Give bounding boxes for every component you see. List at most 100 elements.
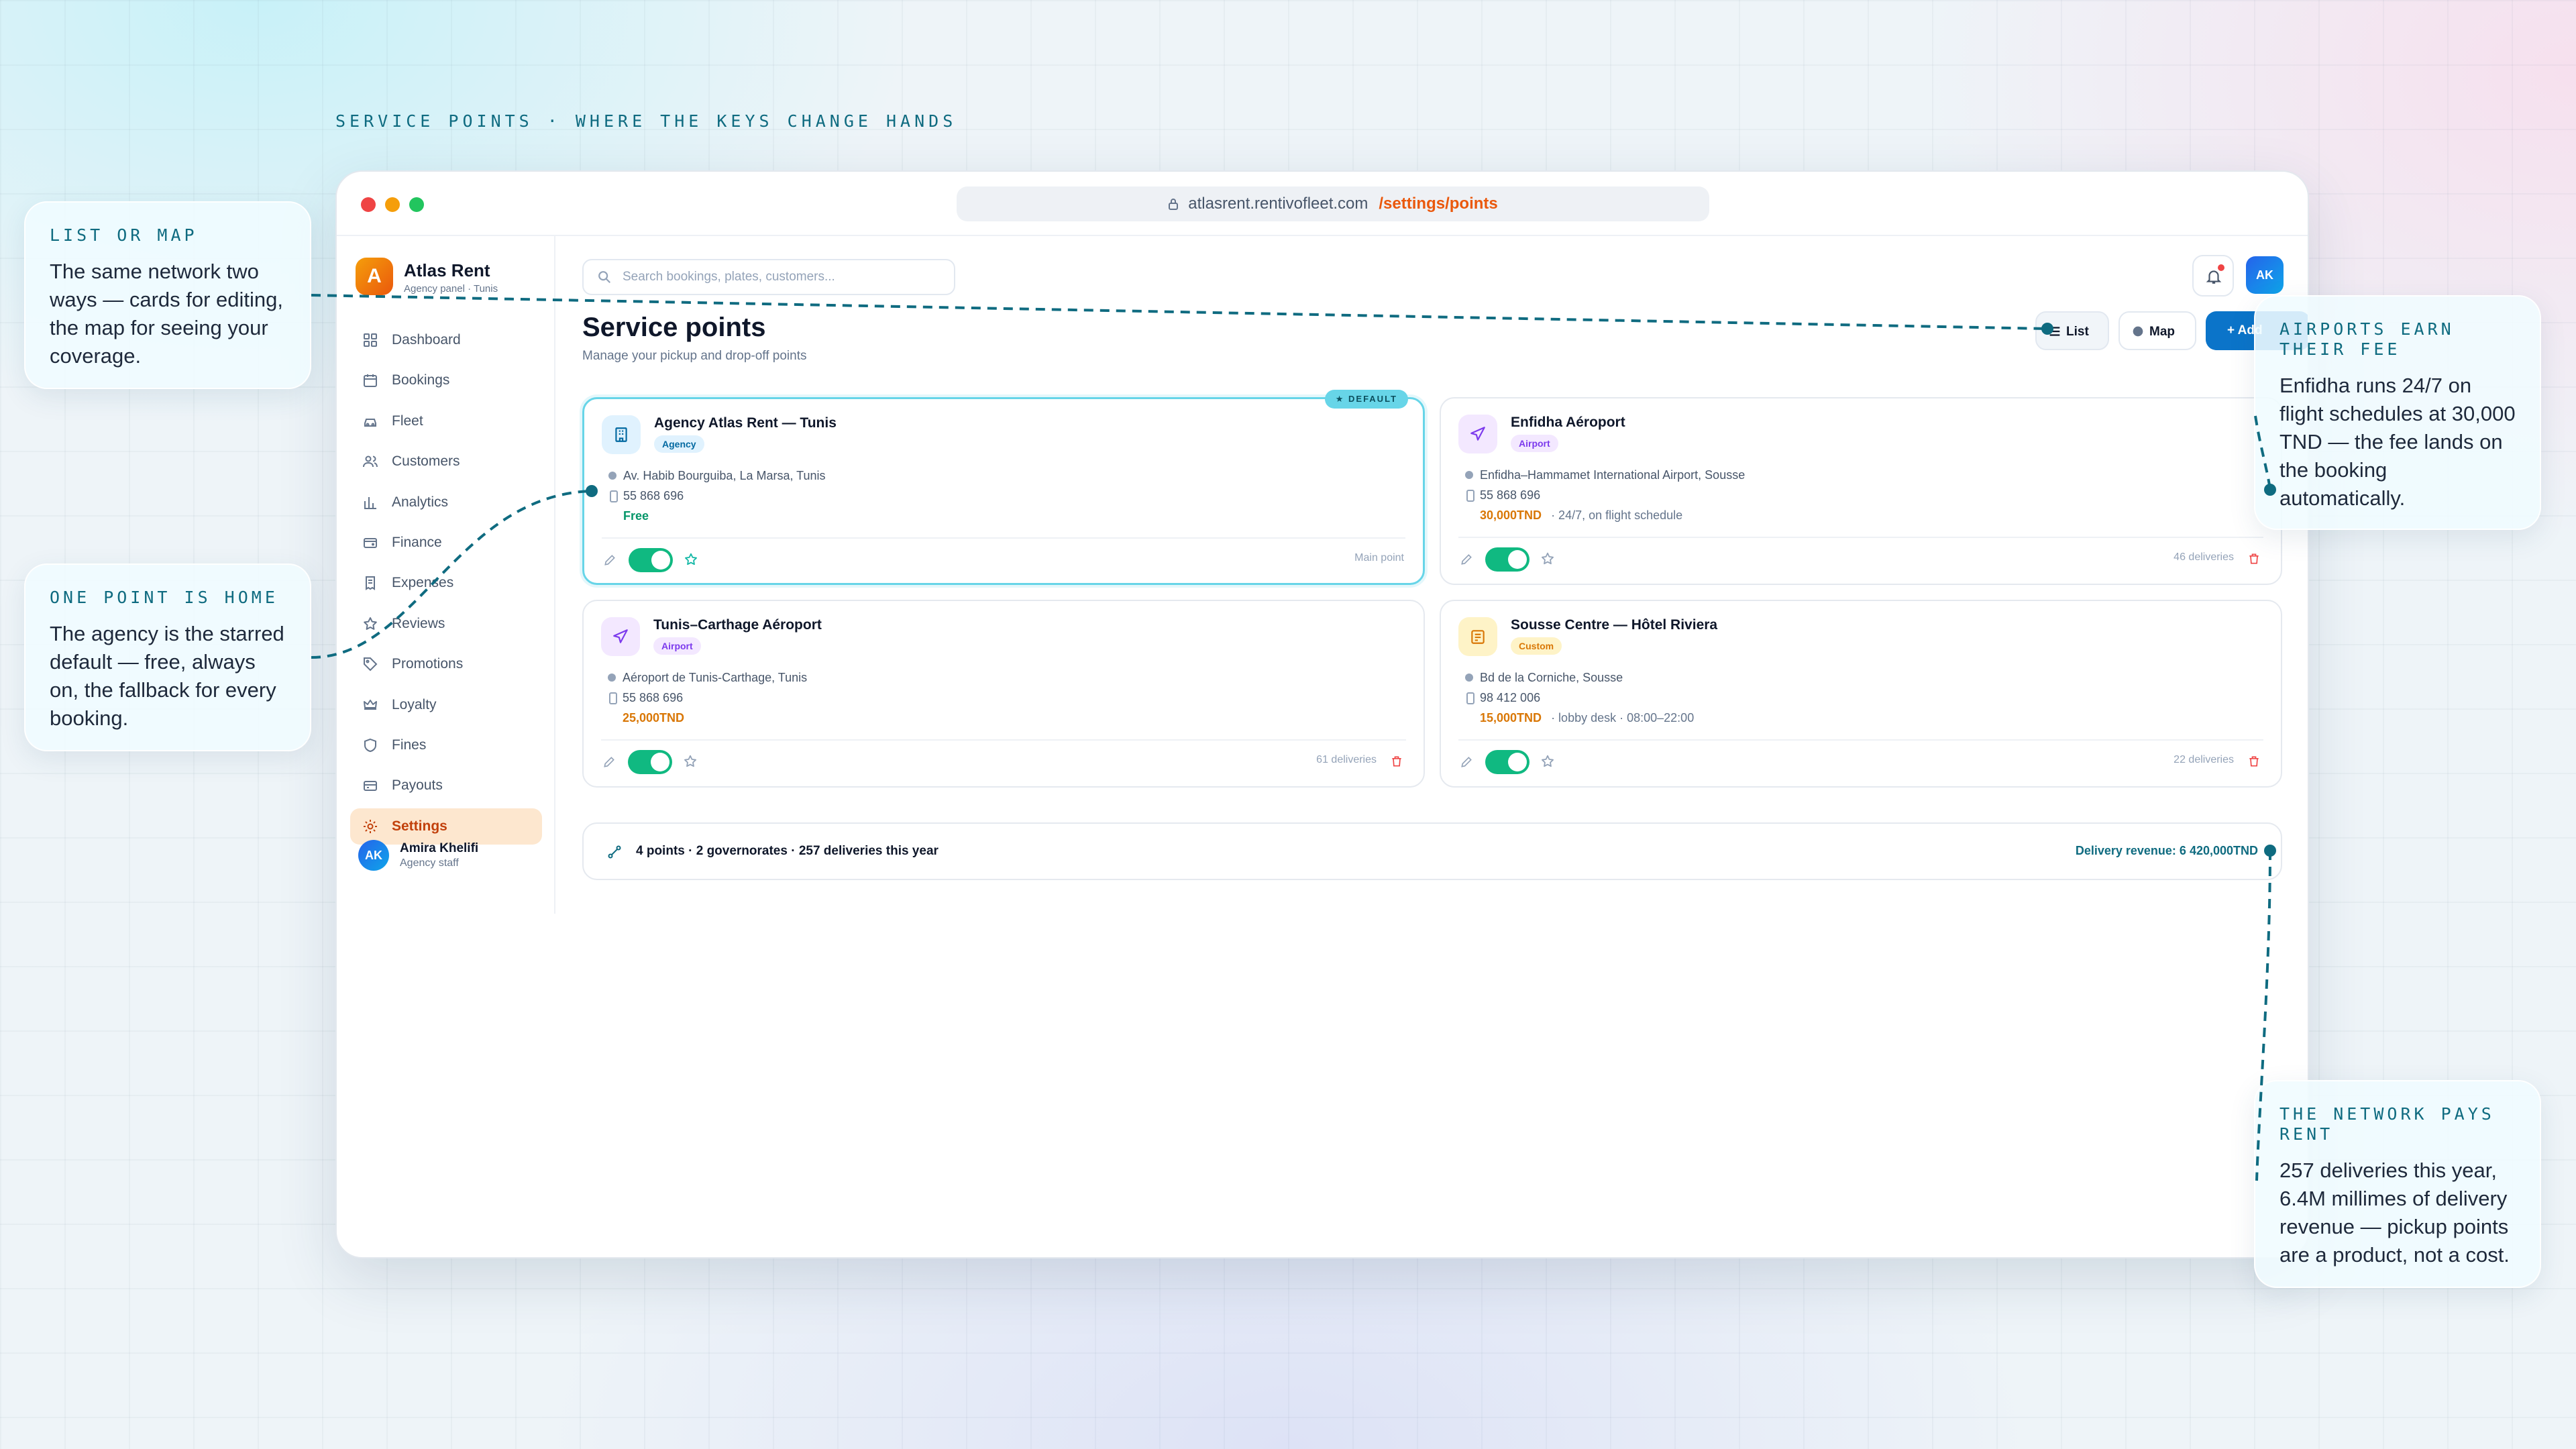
list-view-toggle[interactable]: List [2035, 311, 2109, 350]
sidebar-item-label: Fleet [392, 413, 423, 429]
sidebar-item-label: Reviews [392, 615, 445, 631]
notification-dot [2218, 264, 2224, 271]
route-icon [608, 845, 621, 859]
service-point-card-sousse-centre[interactable]: Sousse Centre — Hôtel Riviera Custom Bd … [1440, 600, 2282, 788]
sidebar-item-finance[interactable]: Finance [350, 525, 542, 561]
callout-heading: AIRPORTS EARN THEIR FEE [2279, 319, 2455, 359]
page-subtitle: Manage your pickup and drop-off points [582, 349, 807, 363]
shield-icon [364, 738, 376, 752]
sidebar-item-dashboard[interactable]: Dashboard [350, 322, 542, 358]
map-pin-icon [2133, 326, 2143, 337]
map-view-toggle[interactable]: Map [2118, 311, 2196, 350]
trash-icon[interactable] [2247, 754, 2261, 769]
sidebar-item-settings[interactable]: Settings [350, 808, 542, 845]
sidebar-item-expenses[interactable]: Expenses [350, 565, 542, 601]
sidebar-item-label: Settings [392, 818, 447, 834]
star-default-icon[interactable] [684, 552, 698, 567]
toggle-knob [651, 551, 670, 570]
hotel-icon [1471, 630, 1485, 644]
point-name: Agency Atlas Rent — Tunis [654, 415, 837, 431]
star-default-icon[interactable] [1540, 754, 1555, 769]
point-enabled-toggle[interactable] [628, 750, 672, 774]
sidebar-item-fleet[interactable]: Fleet [350, 403, 542, 439]
url-bar[interactable]: atlasrent.rentivofleet.com/settings/poin… [957, 186, 1709, 221]
sidebar-item-reviews[interactable]: Reviews [350, 606, 542, 642]
browser-window: atlasrent.rentivofleet.com/settings/poin… [335, 170, 2309, 1258]
brand-subtitle: Agency panel · Tunis [404, 283, 498, 294]
bar-chart-icon [364, 496, 376, 509]
pencil-icon[interactable] [1460, 755, 1473, 769]
point-fee: 30,000TND · 24/7, on flight schedule [1480, 508, 1682, 523]
callout-heading: THE NETWORK PAYS RENT [2279, 1104, 2495, 1144]
point-phone: 55 868 696 [1465, 488, 1540, 502]
pencil-icon[interactable] [602, 755, 616, 769]
network-summary-bar: 4 points · 2 governorates · 257 deliveri… [582, 822, 2282, 880]
close-window-dot[interactable] [361, 197, 376, 212]
sidebar-item-customers[interactable]: Customers [350, 443, 542, 480]
card-divider [602, 537, 1405, 539]
plane-icon [613, 629, 628, 643]
sidebar-item-loyalty[interactable]: Loyalty [350, 687, 542, 723]
callout-one-point-is-home: ONE POINT IS HOME The agency is the star… [24, 564, 311, 751]
sidebar-item-label: Payouts [392, 777, 443, 794]
point-phone: 98 412 006 [1465, 691, 1540, 705]
sidebar-item-analytics[interactable]: Analytics [350, 484, 542, 521]
search-input[interactable]: Search bookings, plates, customers... [582, 259, 955, 295]
point-type-tag: Airport [1511, 435, 1558, 452]
url-path: /settings/points [1379, 195, 1498, 213]
point-address: Av. Habib Bourguiba, La Marsa, Tunis [608, 469, 826, 483]
trash-icon[interactable] [2247, 551, 2261, 566]
wallet-icon [364, 537, 377, 548]
point-address: Aéroport de Tunis-Carthage, Tunis [608, 671, 807, 685]
sidebar-item-promotions[interactable]: Promotions [350, 646, 542, 682]
point-enabled-toggle[interactable] [1485, 750, 1529, 774]
calendar-icon [364, 374, 377, 388]
service-point-card-agency[interactable]: ★ DEFAULT Agency Atlas Rent — Tunis Agen… [582, 390, 1425, 585]
point-fee-value: 15,000TND [1480, 711, 1542, 724]
point-address: Enfidha–Hammamet International Airport, … [1465, 468, 1745, 482]
service-point-card-tunis-carthage[interactable]: Tunis–Carthage Aéroport Airport Aéroport… [582, 600, 1425, 788]
point-enabled-toggle[interactable] [1485, 547, 1529, 572]
callout-list-or-map: LIST OR MAP The same network two ways — … [24, 201, 311, 389]
grid-icon [364, 333, 377, 347]
lock-icon [1169, 199, 1179, 210]
sidebar-item-payouts[interactable]: Payouts [350, 767, 542, 804]
point-phone: 55 868 696 [608, 489, 684, 503]
point-type-tag: Custom [1511, 637, 1562, 655]
minimize-window-dot[interactable] [385, 197, 400, 212]
callout-the-network-pays-rent: THE NETWORK PAYS RENT 257 deliveries thi… [2254, 1080, 2541, 1288]
point-deliveries-count: 61 deliveries [1316, 754, 1377, 765]
user-name: Amira Khelifi [400, 841, 479, 855]
header-avatar[interactable]: AK [2246, 256, 2284, 294]
point-fee: 25,000TND [623, 711, 684, 725]
callout-body: The agency is the starred default — free… [50, 622, 284, 730]
toggle-knob [1508, 753, 1527, 771]
point-fee-value: 25,000TND [623, 711, 685, 724]
sidebar-nav: Dashboard Bookings Fleet Customers Analy… [350, 322, 542, 849]
pencil-icon[interactable] [1460, 553, 1473, 566]
brand-name: Atlas Rent [404, 260, 490, 280]
receipt-icon [366, 576, 375, 591]
search-placeholder: Search bookings, plates, customers... [623, 270, 835, 284]
sidebar-item-label: Fines [392, 737, 427, 753]
point-deliveries-count: 46 deliveries [2174, 551, 2234, 563]
point-deliveries-count: 22 deliveries [2174, 754, 2234, 765]
brand-logo: A [356, 258, 393, 295]
trash-icon[interactable] [1390, 754, 1403, 769]
list-icon [2049, 327, 2060, 336]
star-default-icon[interactable] [1540, 551, 1555, 566]
star-default-icon[interactable] [683, 754, 698, 769]
map-view-label: Map [2149, 325, 2175, 339]
point-fee-value: 30,000TND [1480, 508, 1542, 522]
maximize-window-dot[interactable] [409, 197, 424, 212]
sidebar-item-label: Dashboard [392, 332, 461, 347]
service-point-card-enfidha[interactable]: Enfidha Aéroport Airport Enfidha–Hammame… [1440, 397, 2282, 585]
notifications-button[interactable] [2192, 255, 2234, 297]
pencil-icon[interactable] [603, 553, 616, 567]
point-phone: 55 868 696 [608, 691, 683, 705]
card-divider [1458, 739, 2263, 741]
sidebar-item-fines[interactable]: Fines [350, 727, 542, 763]
point-type-tile [1458, 617, 1497, 656]
sidebar-item-bookings[interactable]: Bookings [350, 362, 542, 398]
point-enabled-toggle[interactable] [629, 548, 673, 572]
